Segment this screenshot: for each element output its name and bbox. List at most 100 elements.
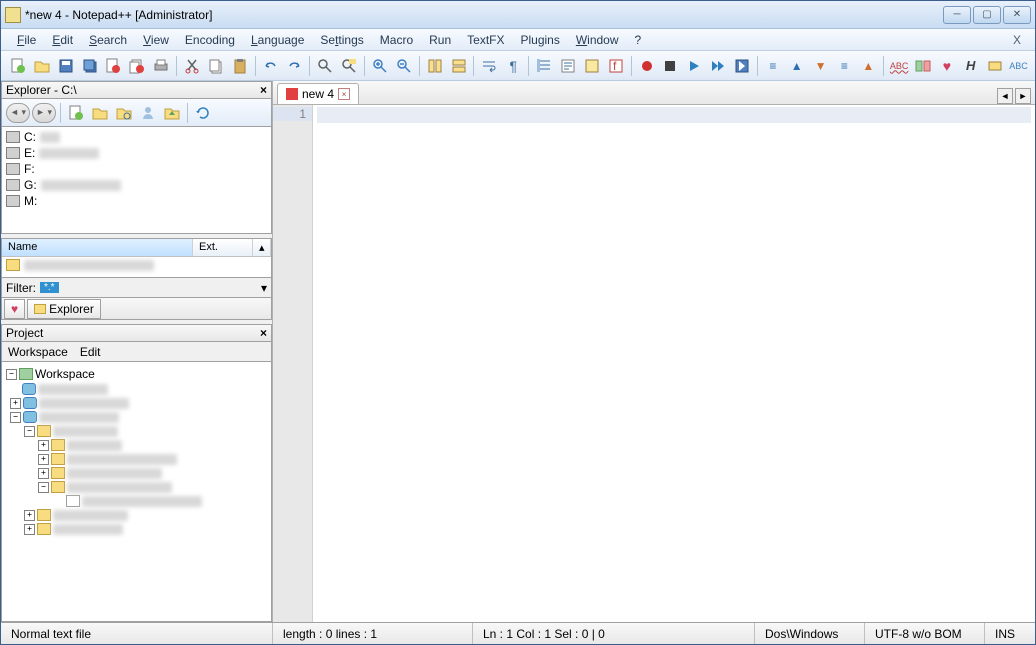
paste-icon[interactable] [229, 55, 251, 77]
project-menu-workspace[interactable]: Workspace [8, 345, 68, 359]
col-ext[interactable]: Ext. [193, 239, 253, 256]
file-list-header[interactable]: Name Ext. ▴ [2, 239, 271, 257]
tool-y-icon[interactable] [984, 55, 1006, 77]
menu-language[interactable]: Language [243, 31, 312, 49]
tree-expand[interactable]: + [38, 468, 49, 479]
tool-z-icon[interactable]: ABC [1008, 55, 1030, 77]
func-list-icon[interactable]: f [605, 55, 627, 77]
exp-refresh-icon[interactable] [192, 102, 214, 124]
tool-c-icon[interactable]: ▼ [810, 55, 832, 77]
h-icon[interactable]: H [960, 55, 982, 77]
project-header[interactable]: Project × [1, 324, 272, 342]
save-macro-icon[interactable] [731, 55, 753, 77]
status-eol[interactable]: Dos\Windows [755, 623, 865, 644]
close-all-icon[interactable] [126, 55, 148, 77]
close-file-icon[interactable] [102, 55, 124, 77]
tree-expand[interactable]: + [38, 454, 49, 465]
sync-h-icon[interactable] [448, 55, 470, 77]
find-icon[interactable] [314, 55, 336, 77]
replace-icon[interactable] [338, 55, 360, 77]
explorer-header[interactable]: Explorer - C:\ × [1, 81, 272, 99]
menu-search[interactable]: Search [81, 31, 135, 49]
tree-expand[interactable]: + [24, 510, 35, 521]
explorer-close[interactable]: × [260, 83, 267, 97]
play-multi-icon[interactable] [707, 55, 729, 77]
drive-item[interactable]: G: [4, 177, 269, 193]
menu-file[interactable]: File [9, 31, 44, 49]
menu-macro[interactable]: Macro [372, 31, 421, 49]
tree-label[interactable]: Workspace [35, 367, 95, 381]
tree-expand[interactable]: + [38, 440, 49, 451]
exp-find-icon[interactable] [113, 102, 135, 124]
tab-favorites[interactable]: ♥ [4, 299, 25, 319]
menu-run[interactable]: Run [421, 31, 459, 49]
menu-window[interactable]: Window [568, 31, 627, 49]
stop-icon[interactable] [659, 55, 681, 77]
menu-settings[interactable]: Settings [312, 31, 371, 49]
titlebar[interactable]: *new 4 - Notepad++ [Administrator] ─ ▢ ✕ [1, 1, 1035, 29]
save-icon[interactable] [55, 55, 77, 77]
undo-icon[interactable] [260, 55, 282, 77]
menu-view[interactable]: View [135, 31, 177, 49]
tab-explorer[interactable]: Explorer [27, 299, 101, 319]
open-file-icon[interactable] [31, 55, 53, 77]
project-close[interactable]: × [260, 326, 267, 340]
filter-row[interactable]: Filter: *.* ▾ [1, 278, 272, 298]
col-name[interactable]: Name [2, 239, 193, 256]
tab-prev[interactable]: ◄ [997, 88, 1013, 104]
exp-user-icon[interactable] [137, 102, 159, 124]
tab-next[interactable]: ► [1015, 88, 1031, 104]
zoom-out-icon[interactable] [393, 55, 415, 77]
file-tab[interactable]: new 4 × [277, 83, 359, 104]
menu-plugins[interactable]: Plugins [512, 31, 567, 49]
exp-up-icon[interactable] [161, 102, 183, 124]
editor[interactable]: 1 [273, 105, 1035, 622]
status-enc[interactable]: UTF-8 w/o BOM [865, 623, 985, 644]
nav-back[interactable]: ◄ ▾ [6, 103, 30, 123]
status-mode[interactable]: INS [985, 623, 1035, 644]
tree-expand[interactable]: + [24, 524, 35, 535]
spellcheck-icon[interactable]: ABC [888, 55, 910, 77]
text-area[interactable] [313, 105, 1035, 622]
close-button[interactable]: ✕ [1003, 6, 1031, 24]
print-icon[interactable] [150, 55, 172, 77]
play-icon[interactable] [683, 55, 705, 77]
file-row[interactable] [2, 257, 271, 273]
filter-dropdown[interactable]: ▾ [261, 281, 267, 295]
zoom-in-icon[interactable] [369, 55, 391, 77]
tree-expand[interactable]: − [10, 412, 21, 423]
drive-item[interactable]: E: [4, 145, 269, 161]
compare-icon[interactable] [912, 55, 934, 77]
doc-map-icon[interactable] [581, 55, 603, 77]
maximize-button[interactable]: ▢ [973, 6, 1001, 24]
tab-close[interactable]: × [338, 88, 350, 100]
sync-v-icon[interactable] [424, 55, 446, 77]
tool-e-icon[interactable]: ▲ [857, 55, 879, 77]
project-tree[interactable]: − Workspace + − − + + + − + + [1, 362, 272, 622]
tree-expand[interactable]: + [10, 398, 21, 409]
new-file-icon[interactable] [7, 55, 29, 77]
userlang-icon[interactable] [557, 55, 579, 77]
save-all-icon[interactable] [79, 55, 101, 77]
copy-icon[interactable] [205, 55, 227, 77]
tool-b-icon[interactable]: ▲ [786, 55, 808, 77]
show-all-icon[interactable]: ¶ [502, 55, 524, 77]
project-menu-edit[interactable]: Edit [80, 345, 101, 359]
drive-item[interactable]: C: [4, 129, 269, 145]
menu-textfx[interactable]: TextFX [459, 31, 512, 49]
tree-expand[interactable]: − [24, 426, 35, 437]
tool-d-icon[interactable]: ≡ [834, 55, 856, 77]
tool-a-icon[interactable]: ≡ [762, 55, 784, 77]
record-icon[interactable] [636, 55, 658, 77]
tree-expand[interactable]: − [6, 369, 17, 380]
exp-folder-icon[interactable] [89, 102, 111, 124]
tree-expand[interactable]: − [38, 482, 49, 493]
cut-icon[interactable] [181, 55, 203, 77]
drive-list[interactable]: C: E: F: G: M: [1, 127, 272, 234]
wrap-icon[interactable] [478, 55, 500, 77]
menu-close-x[interactable]: X [1007, 33, 1027, 47]
nav-fwd[interactable]: ► ▾ [32, 103, 56, 123]
drive-item[interactable]: F: [4, 161, 269, 177]
menu-help[interactable]: ? [627, 31, 650, 49]
menu-edit[interactable]: Edit [44, 31, 81, 49]
